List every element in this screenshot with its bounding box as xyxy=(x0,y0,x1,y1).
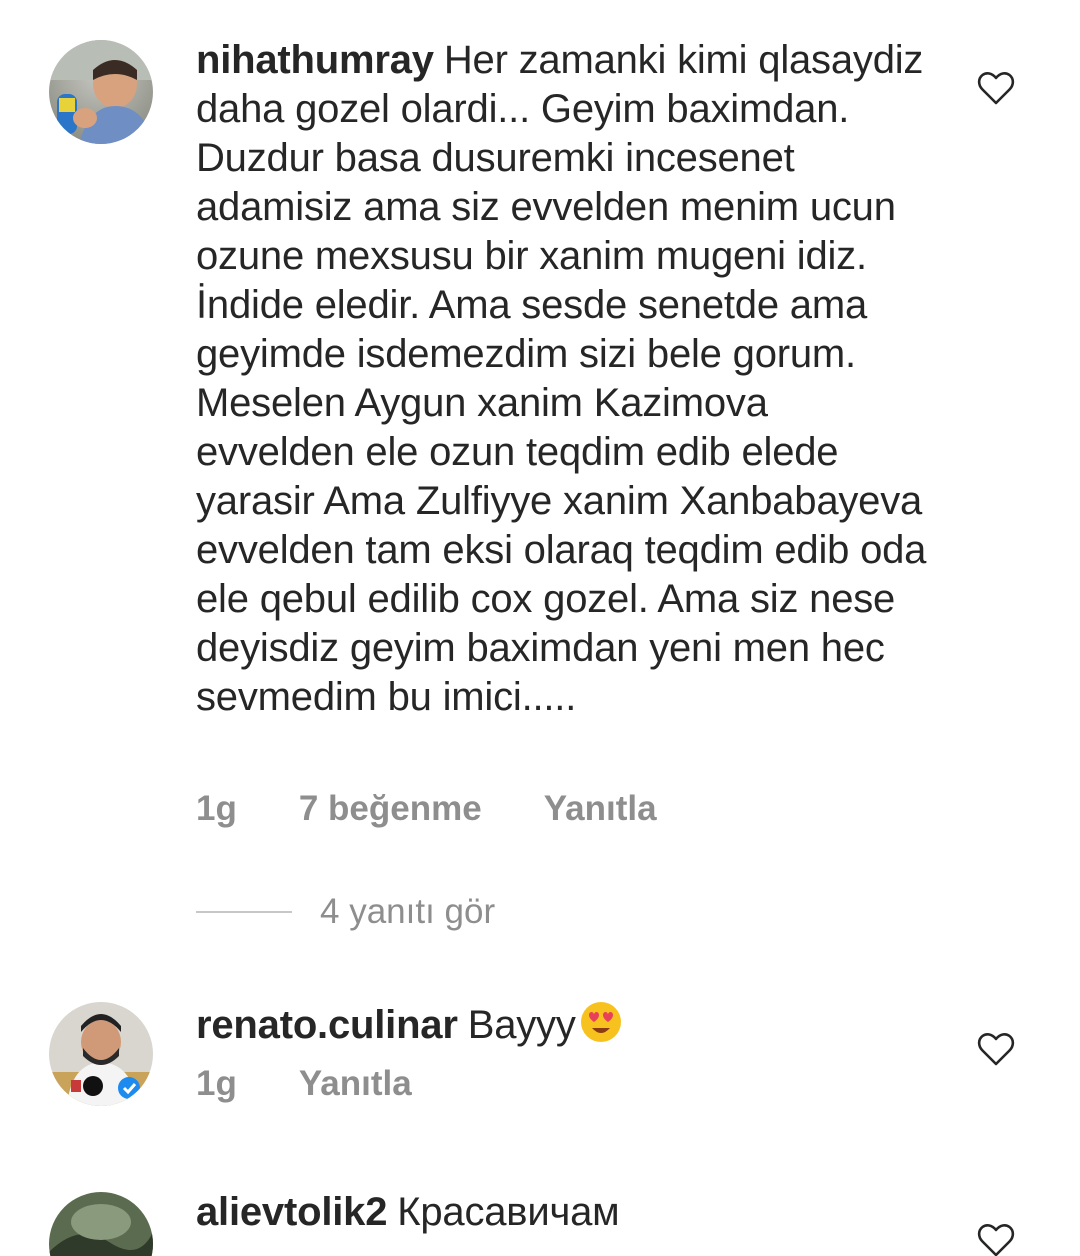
avatar[interactable] xyxy=(49,40,153,144)
reply-button[interactable]: Yanıtla xyxy=(544,789,657,829)
comment-text-block: alievtolik2 Красавичам xyxy=(196,1188,930,1237)
replies-divider xyxy=(196,911,292,913)
comment-username[interactable]: nihathumray xyxy=(196,38,434,82)
comment-time: 1g xyxy=(196,1064,237,1103)
reply-button[interactable]: Yanıtla xyxy=(299,1064,412,1104)
comment-meta: 1g 7 beğenme Yanıtla xyxy=(196,789,657,829)
comment-likes[interactable]: 7 beğenme xyxy=(299,789,482,829)
heart-eyes-emoji-icon xyxy=(578,998,624,1044)
avatar[interactable] xyxy=(49,1192,153,1256)
comment-text-block: nihathumray Her zamanki kimi qlasaydiz da… xyxy=(196,36,930,722)
comments-list: nihathumray Her zamanki kimi qlasaydiz da… xyxy=(0,0,1080,1256)
heart-outline-icon[interactable] xyxy=(977,1031,1015,1067)
view-replies-label: 4 yanıtı gör xyxy=(320,892,496,931)
comment-meta: 1g Yanıtla xyxy=(196,1064,412,1104)
comment-text-block: renato.culinar Bayyy xyxy=(196,998,930,1050)
avatar[interactable] xyxy=(49,1002,153,1106)
comment-text: Красавичам xyxy=(397,1190,620,1234)
heart-outline-icon[interactable] xyxy=(977,1222,1015,1256)
comment-username[interactable]: alievtolik2 xyxy=(196,1190,387,1234)
comment-username[interactable]: renato.culinar xyxy=(196,1003,458,1047)
comment-text: Bayyy xyxy=(467,1003,576,1047)
comment-text: Her zamanki kimi qlasaydiz daha gozel ol… xyxy=(196,38,927,719)
comment-time: 1g xyxy=(196,789,237,828)
view-replies-button[interactable]: 4 yanıtı gör xyxy=(196,888,495,936)
heart-outline-icon[interactable] xyxy=(977,70,1015,106)
